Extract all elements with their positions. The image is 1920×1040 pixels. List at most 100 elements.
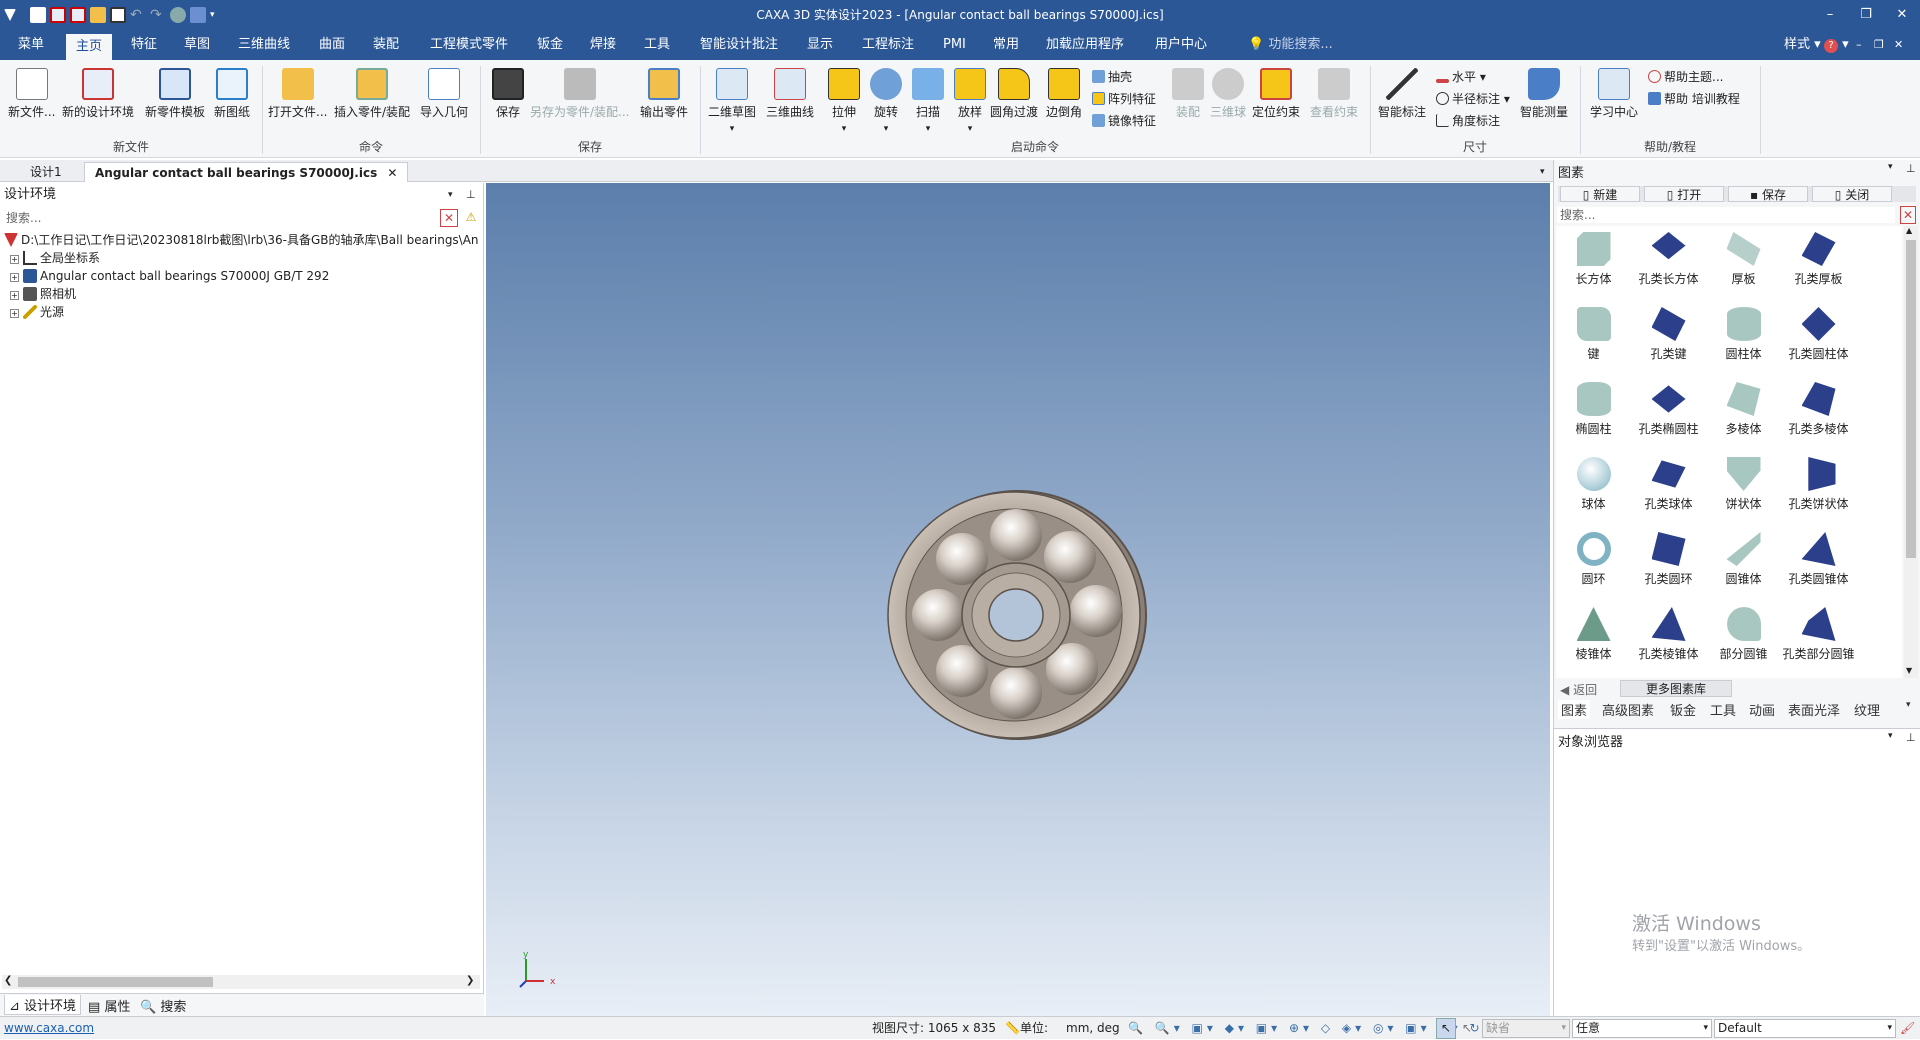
export-part-button[interactable]: 输出零件 — [640, 68, 688, 120]
catalog-item[interactable]: 棱锥体 — [1556, 607, 1631, 662]
catalog-item[interactable]: 孔类圆锥体 — [1781, 532, 1856, 587]
open-file-button[interactable]: 打开文件... — [268, 68, 327, 120]
tabs-more-icon[interactable]: ▾ — [1906, 700, 1911, 710]
assembly-button[interactable]: 装配 — [1172, 68, 1204, 120]
restore-button[interactable]: ❐ — [1848, 0, 1884, 30]
panel-menu-icon[interactable]: ▾ — [1888, 731, 1893, 741]
select-pointer-icon[interactable]: ↖ — [1436, 1018, 1456, 1039]
catalog-item[interactable]: 孔类棱锥体 — [1631, 607, 1706, 662]
menu-item-pmi[interactable]: PMI — [933, 30, 976, 60]
menu-item-sketch[interactable]: 草图 — [174, 30, 220, 60]
fillet-button[interactable]: 圆角过渡 — [990, 68, 1038, 120]
mode-select[interactable]: 缺省 ▾ — [1482, 1019, 1570, 1038]
paint-icon[interactable]: 🖌 — [1900, 1017, 1915, 1040]
revolve-button[interactable]: 旋转 ▾ — [870, 68, 902, 134]
tabs-dropdown-icon[interactable]: ▾ — [1530, 162, 1555, 182]
catalog-item[interactable]: 部分圆锥 — [1706, 607, 1781, 662]
close-button[interactable]: ✕ — [1884, 0, 1920, 30]
tab-search[interactable]: 🔍 搜索 — [140, 996, 186, 1015]
caxa-link[interactable]: www.caxa.com — [4, 1017, 94, 1040]
tab-tools[interactable]: 工具 — [1710, 700, 1736, 719]
catalog-item[interactable]: 圆环 — [1556, 532, 1631, 587]
catalog-item[interactable]: 孔类球体 — [1631, 457, 1706, 512]
menu-item-user-center[interactable]: 用户中心 — [1145, 30, 1217, 60]
horizontal-scrollbar[interactable]: ❮ ❯ — [2, 975, 480, 989]
catalog-save-button[interactable]: ▪ 保存 — [1728, 186, 1808, 202]
catalog-scrollbar[interactable]: ▲ ▼ — [1904, 226, 1918, 678]
tree-item-camera[interactable]: + 照相机 — [10, 285, 76, 303]
catalog-item[interactable]: 孔类圆柱体 — [1781, 307, 1856, 362]
expand-icon[interactable]: + — [10, 273, 19, 282]
tab-design1[interactable]: 设计1 — [20, 162, 72, 182]
pointer-mode-icon[interactable]: ↖ — [1462, 1017, 1472, 1040]
import-geometry-button[interactable]: 导入几何 — [420, 68, 468, 120]
close-tab-icon[interactable]: ✕ — [387, 166, 397, 180]
catalog-item[interactable]: 孔类长方体 — [1631, 232, 1706, 287]
view-constraint-button[interactable]: 查看约束 — [1310, 68, 1358, 120]
save-as-button[interactable]: 另存为零件/装配... — [530, 68, 630, 120]
tab-properties[interactable]: ▤ 属性 — [88, 996, 130, 1015]
scroll-up-icon[interactable]: ▲ — [1906, 226, 1912, 235]
triball-button[interactable]: 三维球 — [1210, 68, 1246, 120]
save-button[interactable]: 保存 — [492, 68, 524, 120]
selection-filter-select[interactable]: 任意 ▾ — [1572, 1019, 1712, 1038]
catalog-item[interactable]: 多棱体 — [1706, 382, 1781, 437]
catalog-item[interactable]: 孔类部分圆锥 — [1781, 607, 1856, 662]
catalog-item[interactable]: 孔类饼状体 — [1781, 457, 1856, 512]
menu-item-home[interactable]: 主页 — [66, 34, 113, 60]
catalog-item[interactable]: 饼状体 — [1706, 457, 1781, 512]
catalog-item[interactable]: 孔类厚板 — [1781, 232, 1856, 287]
pattern-button[interactable]: 阵列特征 — [1092, 90, 1156, 107]
expand-icon[interactable]: + — [10, 255, 19, 264]
3d-viewport[interactable]: y x — [486, 183, 1550, 1016]
tab-elements[interactable]: 图素 — [1558, 700, 1591, 719]
loft-button[interactable]: 放样 ▾ — [954, 68, 986, 134]
catalog-item[interactable]: 键 — [1556, 307, 1631, 362]
pin-icon[interactable]: ⊥ — [1906, 731, 1916, 744]
minimize-button[interactable]: – — [1812, 0, 1848, 30]
menu-item-surface[interactable]: 曲面 — [309, 30, 355, 60]
sketch-2d-button[interactable]: 二维草图 ▾ — [708, 68, 756, 134]
menu-item-feature[interactable]: 特征 — [121, 30, 167, 60]
panel-menu-icon[interactable]: ▾ — [448, 185, 453, 205]
scroll-thumb[interactable] — [18, 977, 213, 987]
scroll-thumb[interactable] — [1906, 240, 1916, 558]
tab-design-env[interactable]: ⊿ 设计环境 — [4, 995, 82, 1015]
view-tools-icons[interactable]: 🔍 🔍▾ ▣▾ ◆▾ ▣▾ ⊕▾ ◇ ◈▾ ◎▾ ▣▾ ◇▾ ↻ — [1128, 1017, 1484, 1040]
catalog-item[interactable]: 孔类椭圆柱 — [1631, 382, 1706, 437]
menu-item-tools[interactable]: 工具 — [634, 30, 680, 60]
insert-part-button[interactable]: 插入零件/装配 — [334, 68, 410, 120]
menu-item-eng-part[interactable]: 工程模式零件 — [420, 30, 518, 60]
menu-item-sheetmetal[interactable]: 钣金 — [527, 30, 573, 60]
pin-icon[interactable]: ⊥ — [466, 185, 476, 205]
pin-icon[interactable]: ⊥ — [1906, 162, 1916, 175]
tab-bearing-doc[interactable]: Angular contact ball bearings S70000J.ic… — [84, 162, 409, 182]
menu-item-common[interactable]: 常用 — [983, 30, 1029, 60]
catalog-item[interactable]: 圆锥体 — [1706, 532, 1781, 587]
expand-icon[interactable]: + — [10, 309, 19, 318]
tree-root[interactable]: D:\工作日记\工作日记\20230818lrb截图\lrb\36-具备GB的轴… — [4, 231, 479, 249]
tab-animation[interactable]: 动画 — [1749, 700, 1775, 719]
expand-icon[interactable]: + — [10, 291, 19, 300]
angle-dim-button[interactable]: 角度标注 — [1436, 112, 1500, 129]
menu-item-addins[interactable]: 加载应用程序 — [1036, 30, 1134, 60]
smart-measure-button[interactable]: 智能测量 — [1520, 68, 1568, 120]
tree-search-input[interactable]: 搜索... — [2, 209, 440, 227]
bearing-model[interactable]: y x — [486, 183, 1550, 1016]
catalog-item[interactable]: 椭圆柱 — [1556, 382, 1631, 437]
catalog-item[interactable]: 孔类多棱体 — [1781, 382, 1856, 437]
smart-dimension-button[interactable]: 智能标注 — [1378, 68, 1426, 120]
training-button[interactable]: 帮助 培训教程 — [1648, 90, 1740, 107]
extrude-button[interactable]: 拉伸 ▾ — [828, 68, 860, 134]
chamfer-button[interactable]: 边倒角 — [1046, 68, 1082, 120]
catalog-search-input[interactable]: 搜索... — [1556, 206, 1896, 224]
menu-item-menu[interactable]: 菜单 — [8, 30, 54, 60]
more-library-button[interactable]: 更多图素库 — [1620, 680, 1732, 697]
catalog-item[interactable]: 球体 — [1556, 457, 1631, 512]
scroll-down-icon[interactable]: ▼ — [1906, 666, 1912, 675]
scroll-right-icon[interactable]: ❯ — [466, 975, 474, 986]
catalog-close-button[interactable]: ▯ 关闭 — [1812, 186, 1892, 202]
panel-menu-icon[interactable]: ▾ — [1888, 162, 1893, 172]
style-menu[interactable]: 样式 ▾ — [1774, 30, 1831, 60]
mirror-button[interactable]: 镜像特征 — [1092, 112, 1156, 129]
